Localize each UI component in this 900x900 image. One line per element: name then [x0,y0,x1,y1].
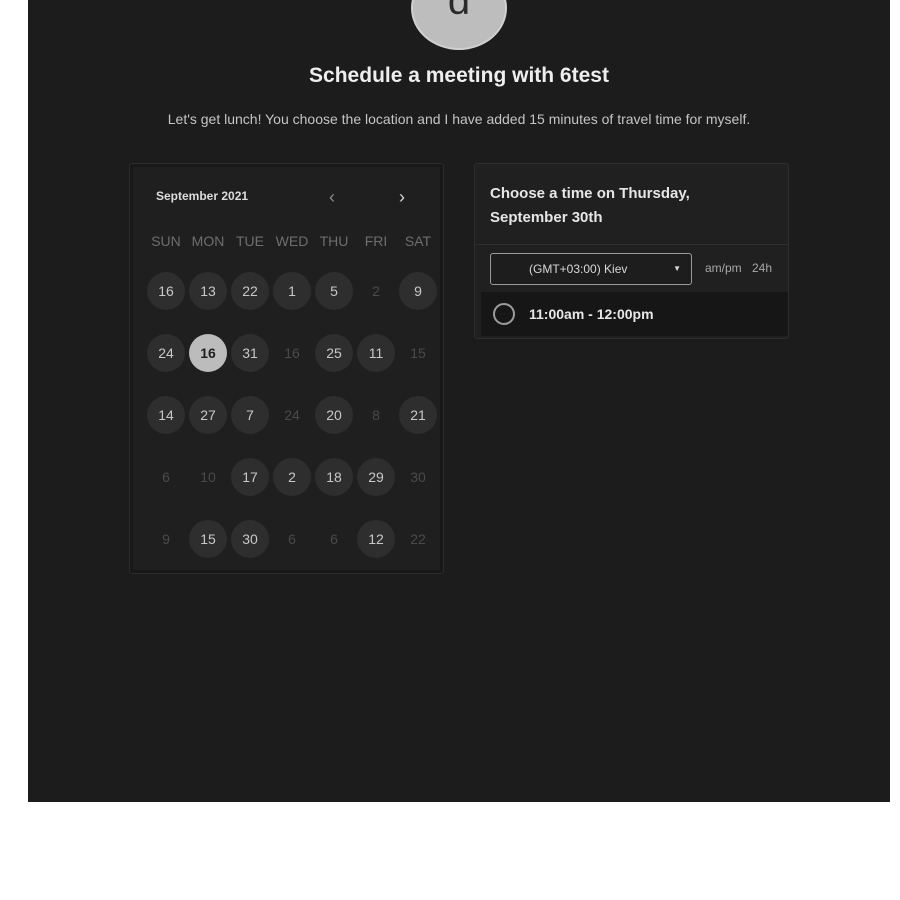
weekday-label: MON [191,233,225,249]
calendar-day[interactable]: 18 [315,458,353,496]
timezone-value: (GMT+03:00) Kiev [529,262,628,276]
format-24h-toggle[interactable]: 24h [752,261,772,275]
calendar-day[interactable]: 20 [315,396,353,434]
calendar-day[interactable]: 16 [147,272,185,310]
timezone-select[interactable]: (GMT+03:00) Kiev ▼ [490,253,692,285]
calendar-day: 15 [410,345,426,361]
chevron-left-icon[interactable]: ‹ [320,186,344,208]
calendar-day: 10 [200,469,216,485]
calendar-day[interactable]: 13 [189,272,227,310]
calendar-month-label: September 2021 [156,189,249,203]
page-title: Schedule a meeting with 6test [309,64,609,87]
host-avatar: d [411,0,507,50]
calendar-day[interactable]: 2 [273,458,311,496]
divider [475,244,788,245]
calendar-day[interactable]: 22 [231,272,269,310]
weekday-label: SAT [404,233,432,249]
calendar-day[interactable]: 17 [231,458,269,496]
calendar-day[interactable]: 5 [315,272,353,310]
calendar-day[interactable]: 1 [273,272,311,310]
date-picker-calendar: September 2021 ‹ › SUN MON TUE WED THU FRI SAT… [129,163,444,574]
weekday-label: THU [319,233,349,249]
scheduling-page: d Schedule a meeting with 6test Let's ge… [28,0,890,802]
format-ampm-toggle[interactable]: am/pm [705,261,742,275]
calendar-day[interactable]: 7 [231,396,269,434]
calendar-day[interactable]: 30 [231,520,269,558]
calendar-day[interactable]: 25 [315,334,353,372]
calendar-day[interactable]: 15 [189,520,227,558]
calendar-day: 6 [162,469,170,485]
calendar-day: 8 [372,407,380,423]
time-slot-label: 11:00am - 12:00pm [529,306,654,322]
chevron-right-icon[interactable]: › [390,186,414,208]
calendar-day[interactable]: 14 [147,396,185,434]
calendar-day[interactable]: 12 [357,520,395,558]
calendar-day: 6 [330,531,338,547]
calendar-day[interactable]: 27 [189,396,227,434]
weekday-label: FRI [364,233,388,249]
radio-circle-icon[interactable] [493,303,515,325]
time-selection-panel: Choose a time on Thursday, September 30t… [474,163,789,339]
calendar-day[interactable]: 24 [147,334,185,372]
time-panel-heading: Choose a time on Thursday, September 30t… [490,185,690,226]
calendar-day: 24 [284,407,300,423]
calendar-day[interactable]: 29 [357,458,395,496]
calendar-day: 6 [288,531,296,547]
calendar-day[interactable]: 31 [231,334,269,372]
calendar-day[interactable]: 9 [399,272,437,310]
calendar-day: 2 [372,283,380,299]
calendar-day[interactable]: 21 [399,396,437,434]
calendar-day-selected[interactable]: 16 [189,334,227,372]
weekday-label: SUN [151,233,181,249]
calendar-day: 30 [410,469,426,485]
meeting-description: Let's get lunch! You choose the location… [167,111,751,127]
calendar-day[interactable]: 11 [357,334,395,372]
weekday-label: TUE [236,233,264,249]
calendar-day: 22 [410,531,426,547]
calendar-day: 9 [162,531,170,547]
time-slot-option[interactable]: 11:00am - 12:00pm [481,292,788,336]
caret-down-icon: ▼ [673,264,681,273]
weekday-label: WED [275,233,309,249]
calendar-day: 16 [284,345,300,361]
